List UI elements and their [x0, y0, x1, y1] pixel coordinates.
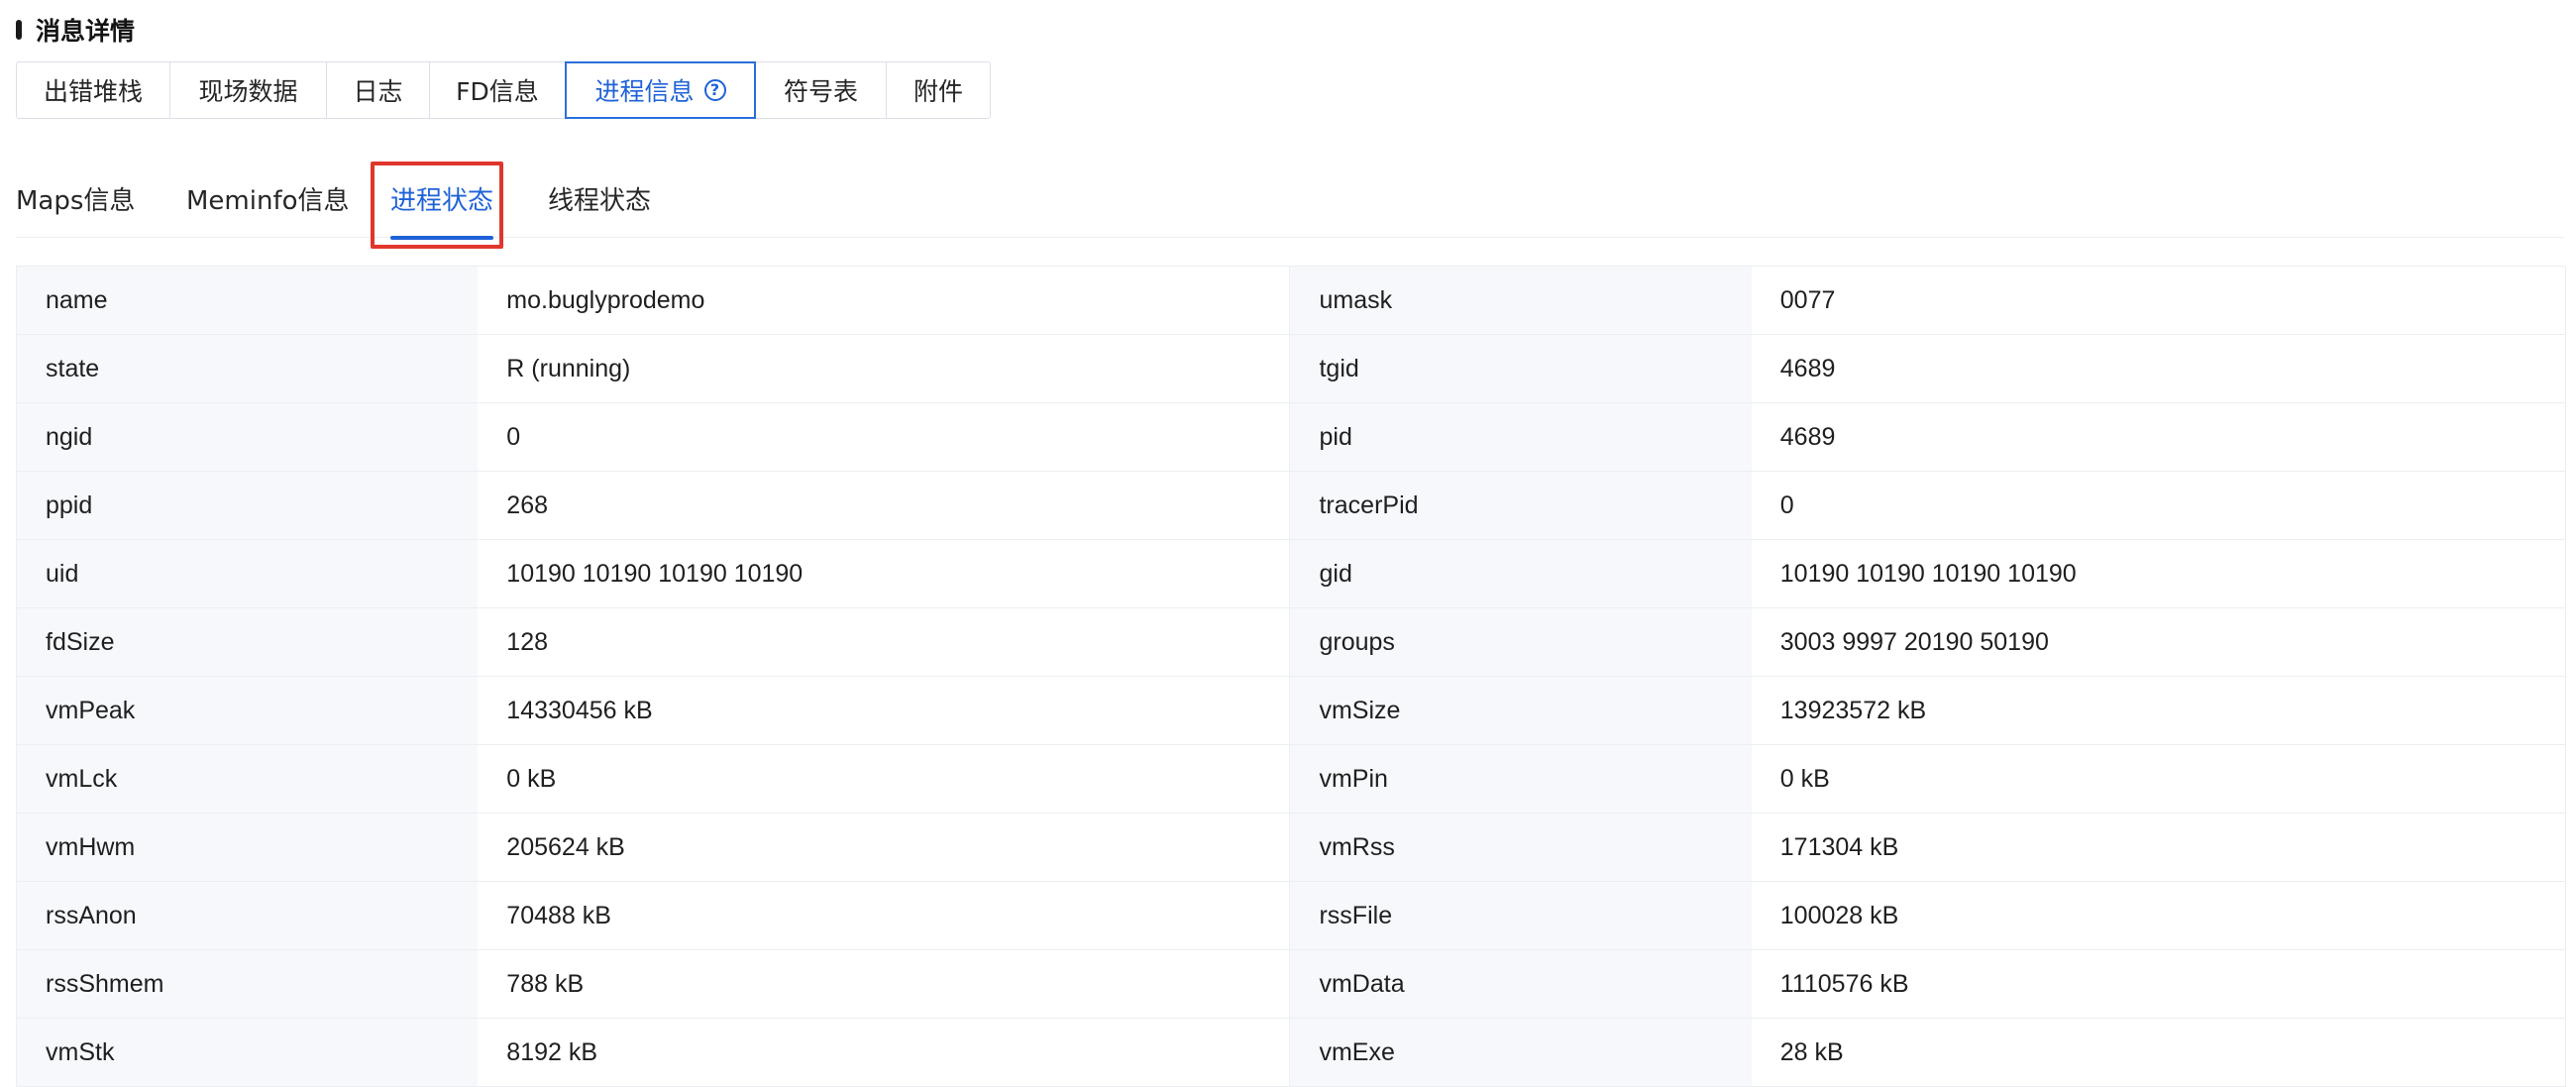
subtab-maps-info[interactable]: Maps信息: [16, 159, 135, 238]
tab-label: 现场数据: [198, 77, 298, 106]
table-row: fdSize 128 groups 3003 9997 20190 50190: [16, 607, 2566, 677]
field-key: tgid: [1289, 334, 1752, 403]
table-row: vmStk 8192 kB vmExe 28 kB: [16, 1018, 2566, 1087]
field-key: rssFile: [1289, 881, 1752, 950]
field-value: 10190 10190 10190 10190: [478, 539, 1290, 608]
field-key: vmRss: [1289, 813, 1752, 882]
table-row: rssShmem 788 kB vmData 1110576 kB: [16, 949, 2566, 1019]
tab-error-stack[interactable]: 出错堆栈: [16, 61, 170, 119]
section-title: 消息详情: [36, 17, 136, 46]
field-value: 205624 kB: [478, 813, 1290, 882]
process-status-table: name mo.buglyprodemo umask 0077 state R (runn…: [16, 266, 2566, 1087]
field-value: R (running): [478, 334, 1290, 403]
subtab-label: 线程状态: [548, 185, 652, 216]
subtab-thread-status[interactable]: 线程状态: [548, 159, 651, 238]
field-key: vmLck: [16, 744, 479, 814]
table-row: uid 10190 10190 10190 10190 gid 10190 10190…: [16, 539, 2566, 608]
tab-label: 附件: [912, 77, 963, 106]
tab-label: FD信息: [456, 77, 539, 106]
subtab-label: Maps信息: [16, 185, 136, 216]
field-key: groups: [1289, 607, 1752, 677]
tab-fd-info[interactable]: FD信息: [430, 61, 566, 119]
field-key: pid: [1289, 402, 1752, 472]
field-key: tracerPid: [1289, 471, 1752, 540]
table-row: state R (running) tgid 4689: [16, 334, 2566, 403]
field-key: vmExe: [1289, 1018, 1752, 1087]
table-row: ppid 268 tracerPid 0: [16, 471, 2566, 540]
table-row: vmHwm 205624 kB vmRss 171304 kB: [16, 813, 2566, 882]
subtab-meminfo-info[interactable]: Meminfo信息: [186, 159, 350, 238]
field-value: 4689: [1751, 402, 2566, 472]
tab-label: 出错堆栈: [43, 77, 143, 106]
table-row: ngid 0 pid 4689: [16, 402, 2566, 472]
field-value: 13923572 kB: [1751, 676, 2566, 745]
field-value: 268: [478, 471, 1290, 540]
tab-scene-data[interactable]: 现场数据: [170, 61, 327, 119]
field-value: 788 kB: [478, 949, 1290, 1019]
table-row: vmLck 0 kB vmPin 0 kB: [16, 744, 2566, 814]
table-row: rssAnon 70488 kB rssFile 100028 kB: [16, 881, 2566, 950]
field-key: vmData: [1289, 949, 1752, 1019]
field-value: 28 kB: [1751, 1018, 2566, 1087]
tab-label: 符号表: [783, 77, 858, 106]
table-body: name mo.buglyprodemo umask 0077 state R (runn…: [16, 266, 2566, 1087]
field-value: 3003 9997 20190 50190: [1751, 607, 2566, 677]
field-key: fdSize: [16, 607, 479, 677]
field-value: 100028 kB: [1751, 881, 2566, 950]
field-key: ngid: [16, 402, 479, 472]
field-value: 1110576 kB: [1751, 949, 2566, 1019]
field-value: 0: [478, 402, 1290, 472]
table-row: name mo.buglyprodemo umask 0077: [16, 266, 2566, 335]
subtab-label: Meminfo信息: [186, 185, 350, 216]
field-value: 0: [1751, 471, 2566, 540]
field-key: uid: [16, 539, 479, 608]
section-title-bar: [16, 20, 22, 40]
field-value: 14330456 kB: [478, 676, 1290, 745]
field-key: ppid: [16, 471, 479, 540]
field-key: vmHwm: [16, 813, 479, 882]
field-key: vmSize: [1289, 676, 1752, 745]
highlight-annotation-box: [371, 162, 503, 249]
tab-label: 日志: [353, 77, 403, 106]
field-key: state: [16, 334, 479, 403]
field-key: vmPin: [1289, 744, 1752, 814]
field-value: 0 kB: [1751, 744, 2566, 814]
field-value: mo.buglyprodemo: [478, 266, 1290, 335]
field-key: gid: [1289, 539, 1752, 608]
tab-logs[interactable]: 日志: [327, 61, 430, 119]
field-key: rssAnon: [16, 881, 479, 950]
field-value: 70488 kB: [478, 881, 1290, 950]
tab-label: 进程信息: [594, 77, 695, 106]
field-key: umask: [1289, 266, 1752, 335]
tab-attachments[interactable]: 附件: [887, 61, 991, 119]
field-key: name: [16, 266, 479, 335]
field-value: 128: [478, 607, 1290, 677]
field-key: rssShmem: [16, 949, 479, 1019]
tab-symbol-table[interactable]: 符号表: [756, 61, 887, 119]
table-row: vmPeak 14330456 kB vmSize 13923572 kB: [16, 676, 2566, 745]
field-value: 10190 10190 10190 10190: [1751, 539, 2566, 608]
section-header: 消息详情: [16, 10, 135, 50]
help-circle-icon[interactable]: ?: [703, 79, 726, 101]
field-key: vmStk: [16, 1018, 479, 1087]
field-value: 0077: [1751, 266, 2566, 335]
field-value: 171304 kB: [1751, 813, 2566, 882]
tab-process-info[interactable]: 进程信息 ?: [565, 61, 756, 119]
field-value: 4689: [1751, 334, 2566, 403]
field-key: vmPeak: [16, 676, 479, 745]
detail-tabs: 出错堆栈 现场数据 日志 FD信息 进程信息 ? 符号表 附件: [16, 61, 991, 119]
field-value: 0 kB: [478, 744, 1290, 814]
field-value: 8192 kB: [478, 1018, 1290, 1087]
